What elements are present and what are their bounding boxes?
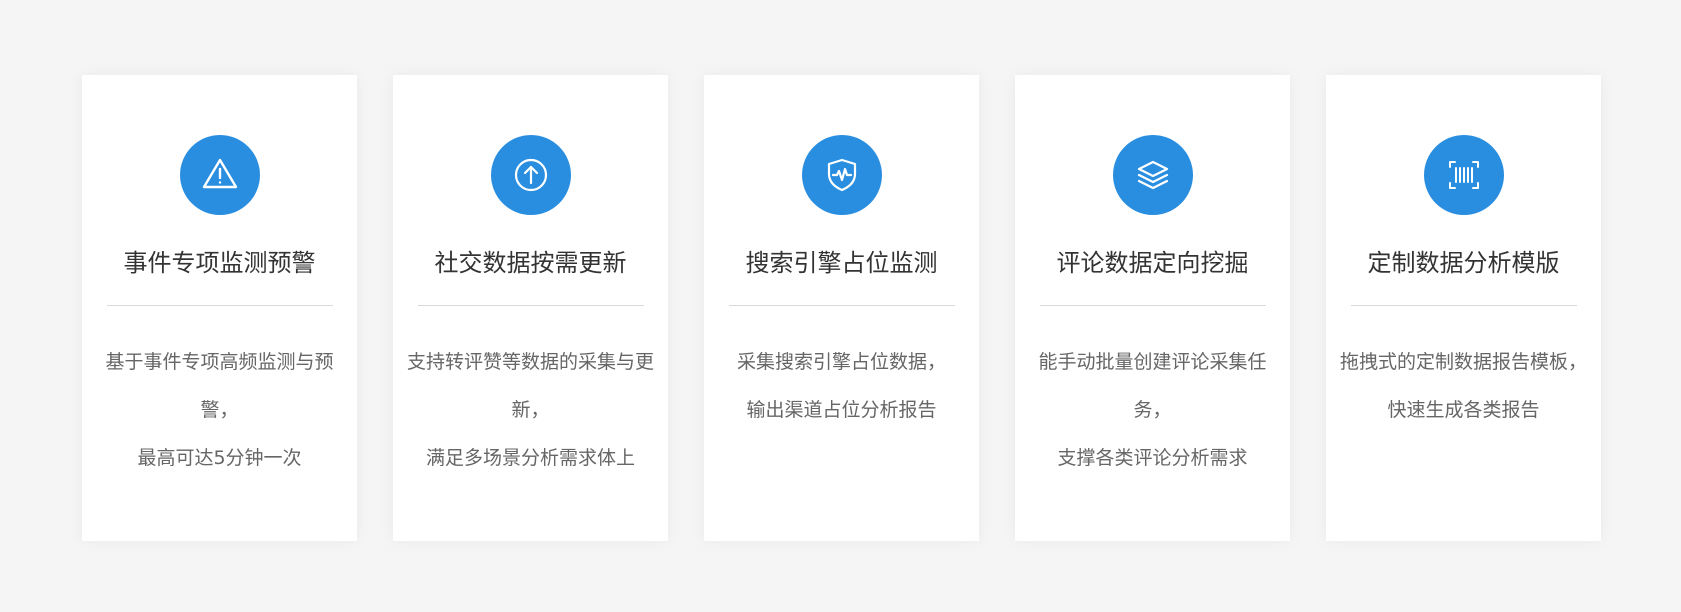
card-title: 事件专项监测预警 (123, 249, 316, 277)
layers-icon (1112, 135, 1193, 215)
feature-card-custom-report-template[interactable]: 定制数据分析模版 拖拽式的定制数据报告模板， 快速生成各类报告 (1326, 75, 1601, 541)
card-divider (417, 305, 644, 306)
upload-arrow-icon (490, 135, 571, 215)
card-divider (1039, 305, 1266, 306)
card-description-line: 满足多场景分析需求体上 (425, 447, 635, 469)
card-description-line: 拖拽式的定制数据报告模板， (1340, 351, 1588, 373)
feature-cards: 事件专项监测预警 基于事件专项高频监测与预警， 最高可达5分钟一次 社交数据按需… (82, 75, 1601, 541)
feature-card-social-data-update[interactable]: 社交数据按需更新 支持转评赞等数据的采集与更新， 满足多场景分析需求体上 (393, 75, 668, 541)
card-divider (1350, 305, 1577, 306)
card-divider (728, 305, 955, 306)
card-divider (106, 305, 333, 306)
card-description-line: 支持转评赞等数据的采集与更新， (407, 351, 655, 421)
card-description: 采集搜索引擎占位数据， 输出渠道占位分析报告 (704, 338, 979, 434)
warning-icon (179, 135, 260, 215)
card-description-line: 基于事件专项高频监测与预警， (105, 351, 334, 421)
card-description: 支持转评赞等数据的采集与更新， 满足多场景分析需求体上 (393, 338, 668, 482)
card-description-line: 支撑各类评论分析需求 (1057, 447, 1248, 469)
feature-card-comment-mining[interactable]: 评论数据定向挖掘 能手动批量创建评论采集任务， 支撑各类评论分析需求 (1015, 75, 1290, 541)
feature-card-event-monitoring[interactable]: 事件专项监测预警 基于事件专项高频监测与预警， 最高可达5分钟一次 (82, 75, 357, 541)
card-description: 拖拽式的定制数据报告模板， 快速生成各类报告 (1326, 338, 1601, 434)
card-description: 能手动批量创建评论采集任务， 支撑各类评论分析需求 (1015, 338, 1290, 482)
card-description-line: 采集搜索引擎占位数据， (736, 351, 946, 373)
card-description: 基于事件专项高频监测与预警， 最高可达5分钟一次 (82, 338, 357, 482)
shield-pulse-icon (801, 135, 882, 215)
card-description-line: 快速生成各类报告 (1387, 399, 1540, 421)
card-title: 社交数据按需更新 (434, 249, 627, 277)
card-title: 搜索引擎占位监测 (745, 249, 938, 277)
card-title: 定制数据分析模版 (1367, 249, 1560, 277)
feature-card-search-engine-monitoring[interactable]: 搜索引擎占位监测 采集搜索引擎占位数据， 输出渠道占位分析报告 (704, 75, 979, 541)
card-title: 评论数据定向挖掘 (1056, 249, 1249, 277)
card-description-line: 能手动批量创建评论采集任务， (1038, 351, 1267, 421)
card-description-line: 最高可达5分钟一次 (137, 447, 302, 469)
card-description-line: 输出渠道占位分析报告 (746, 399, 937, 421)
barcode-scan-icon (1423, 135, 1504, 215)
